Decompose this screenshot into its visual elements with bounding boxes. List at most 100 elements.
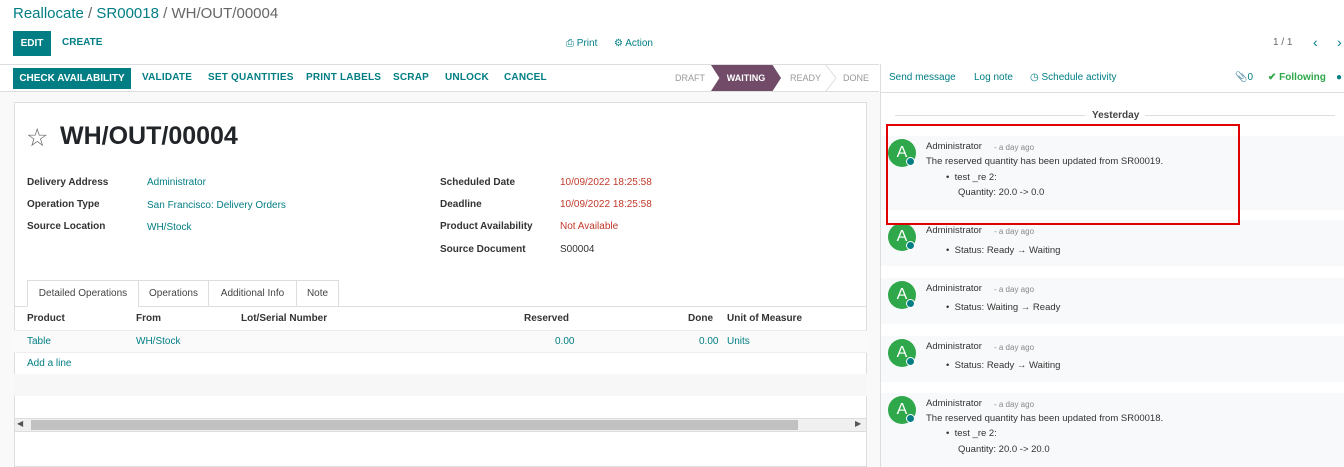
stage-waiting: WAITING (711, 65, 781, 91)
cancel-button[interactable]: CANCEL (504, 72, 547, 83)
cell-from[interactable]: WH/Stock (136, 336, 180, 347)
breadcrumb: Reallocate / SR00018 / WH/OUT/00004 (13, 5, 278, 22)
message-author[interactable]: Administrator (926, 398, 982, 409)
message-time: - a day ago (994, 227, 1035, 236)
message-body: The reserved quantity has been updated f… (926, 413, 1164, 424)
following-button[interactable]: ✔ Following (1268, 72, 1326, 83)
online-status-icon (906, 241, 915, 250)
pager-value[interactable]: 1 / 1 (1273, 37, 1292, 48)
scheduled-date-field[interactable]: 10/09/2022 18:25:58 (560, 177, 652, 188)
attachments-button[interactable]: 📎0 (1235, 72, 1253, 83)
deadline-field[interactable]: 10/09/2022 18:25:58 (560, 199, 652, 210)
send-message-button[interactable]: Send message (889, 72, 956, 83)
scroll-right-icon[interactable]: ▶ (855, 419, 861, 428)
validate-button[interactable]: VALIDATE (142, 72, 192, 83)
scroll-left-icon[interactable]: ◀ (17, 419, 23, 428)
message-author[interactable]: Administrator (926, 341, 982, 352)
message-bullet-text: Status: Waiting → Ready (954, 302, 1061, 313)
column-header[interactable]: From (136, 313, 161, 324)
log-note-button[interactable]: Log note (974, 72, 1013, 83)
stage-done: DONE (843, 73, 870, 83)
schedule-activity-button[interactable]: ◷ Schedule activity (1030, 72, 1117, 83)
cell-product[interactable]: Table (27, 336, 51, 347)
field-label: Product Availability (440, 221, 533, 232)
message-bullet-text: test _re 2: (954, 428, 997, 439)
star-icon[interactable]: ☆ (26, 123, 48, 153)
chatter-divider (881, 92, 1344, 93)
message-time: - a day ago (994, 343, 1035, 352)
date-line (1145, 115, 1335, 116)
breadcrumb-current: WH/OUT/00004 (171, 5, 279, 22)
following-label: Following (1279, 72, 1326, 83)
column-header[interactable]: Done (688, 313, 713, 324)
scrollbar-thumb[interactable] (31, 420, 798, 430)
message-bullet-text: Status: Ready → Waiting (954, 245, 1061, 256)
breadcrumb-sr00018[interactable]: SR00018 (96, 5, 159, 22)
cell-reserved[interactable]: 0.00 (555, 336, 574, 347)
date-line (895, 115, 1085, 116)
cell-uom[interactable]: Units (727, 336, 750, 347)
tab-detailed-operations[interactable]: Detailed Operations (27, 280, 139, 307)
paperclip-icon: 📎 (1235, 72, 1248, 83)
message-bullet: • Status: Ready → Waiting (946, 245, 1061, 256)
product-availability-field: Not Available (560, 221, 619, 232)
online-status-icon (906, 357, 915, 366)
highlight-box (886, 124, 1240, 225)
delivery-address-field[interactable]: Administrator (147, 177, 206, 188)
check-availability-button[interactable]: CHECK AVAILABILITY (13, 68, 131, 89)
tab-operations[interactable]: Operations (138, 280, 209, 307)
print-icon: ⎙ (566, 38, 574, 49)
add-line-link[interactable]: Add a line (27, 358, 71, 369)
field-label: Operation Type (27, 199, 100, 210)
stage-chevron-icon (825, 65, 837, 91)
pager-previous-button[interactable]: ‹ (1313, 34, 1318, 50)
followers-icon[interactable]: ● (1336, 72, 1342, 83)
message-time: - a day ago (994, 400, 1035, 409)
print-menu[interactable]: ⎙ Print (566, 38, 597, 49)
check-icon: ✔ (1268, 72, 1277, 83)
action-menu[interactable]: ⚙ Action (614, 38, 653, 49)
field-label: Source Document (440, 244, 526, 255)
field-label: Source Location (27, 221, 106, 232)
empty-row (14, 374, 867, 396)
online-status-icon (906, 414, 915, 423)
edit-button[interactable]: EDIT (13, 31, 51, 56)
create-button[interactable]: CREATE (62, 37, 102, 48)
operation-type-field[interactable]: San Francisco: Delivery Orders (147, 200, 286, 211)
breadcrumb-reallocate[interactable]: Reallocate (13, 5, 84, 22)
column-header[interactable]: Product (27, 313, 65, 324)
date-separator: Yesterday (1092, 110, 1140, 121)
source-location-field[interactable]: WH/Stock (147, 222, 191, 233)
set-quantities-button[interactable]: SET QUANTITIES (208, 72, 294, 83)
scrap-button[interactable]: SCRAP (393, 72, 429, 83)
action-label: Action (625, 38, 653, 49)
stage-draft: DRAFT (675, 73, 705, 83)
message-bullet: • test _re 2: (946, 428, 997, 439)
clock-icon: ◷ (1030, 72, 1039, 83)
tab-additional-info[interactable]: Additional Info (208, 280, 297, 307)
message-bullet-text: Status: Ready → Waiting (954, 360, 1061, 371)
schedule-activity-label: Schedule activity (1041, 72, 1117, 83)
status-bar: CHECK AVAILABILITY VALIDATE SET QUANTITI… (0, 64, 879, 92)
chevron-left-icon: ‹ (1313, 34, 1318, 50)
tab-note[interactable]: Note (296, 280, 339, 307)
record-title: WH/OUT/00004 (60, 122, 238, 150)
unlock-button[interactable]: UNLOCK (445, 72, 489, 83)
message-subline: Quantity: 20.0 -> 20.0 (958, 444, 1050, 455)
source-document-field[interactable]: S00004 (560, 244, 594, 255)
message-author[interactable]: Administrator (926, 283, 982, 294)
breadcrumb-separator: / (83, 5, 97, 22)
field-label: Scheduled Date (440, 177, 516, 188)
cell-done[interactable]: 0.00 (699, 336, 718, 347)
breadcrumb-separator: / (158, 5, 172, 22)
online-status-icon (906, 299, 915, 308)
column-header[interactable]: Reserved (524, 313, 569, 324)
chevron-right-icon: › (1337, 34, 1342, 50)
field-label: Delivery Address (27, 177, 109, 188)
column-header[interactable]: Unit of Measure (727, 313, 802, 324)
message-author[interactable]: Administrator (926, 225, 982, 236)
print-label: Print (576, 38, 598, 49)
pager-next-button[interactable]: › (1337, 34, 1342, 50)
column-header[interactable]: Lot/Serial Number (241, 313, 327, 324)
print-labels-button[interactable]: PRINT LABELS (306, 72, 381, 83)
